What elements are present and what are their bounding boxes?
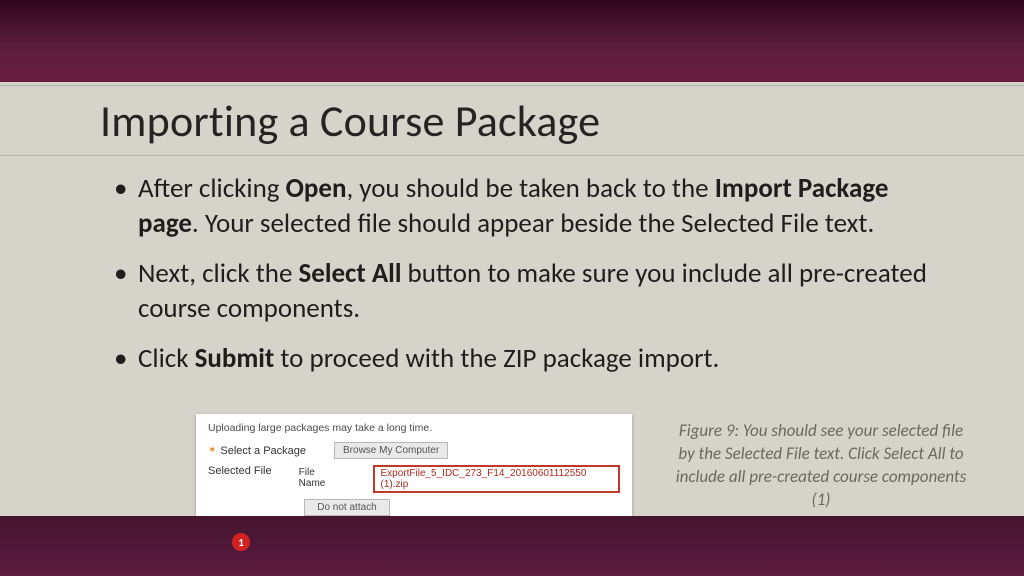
text: to proceed with the ZIP package import. <box>274 342 719 375</box>
selected-filename: ExportFile_5_IDC_273_F14_20160601112550 … <box>373 465 620 493</box>
bullet-item: Next, click the Select All button to mak… <box>120 257 954 326</box>
required-star-icon: ✶ <box>208 445 216 456</box>
figure-caption: Figure 9: You should see your selected f… <box>670 420 972 512</box>
text: , you should be taken back to the <box>346 172 714 205</box>
select-package-label: Select a Package <box>220 445 306 457</box>
text: Next, click the <box>138 257 298 290</box>
emphasis: Submit <box>195 342 275 375</box>
select-package-row: ✶ Select a Package Browse My Computer <box>208 442 620 459</box>
bullet-item: After clicking Open, you should be taken… <box>120 172 954 241</box>
emphasis: Open <box>286 172 347 205</box>
browse-computer-button[interactable]: Browse My Computer <box>334 442 448 459</box>
text: After clicking <box>138 172 286 205</box>
filename-label: File Name <box>299 467 344 489</box>
divider <box>0 85 1024 86</box>
bullet-item: Click Submit to proceed with the ZIP pac… <box>120 342 954 377</box>
divider <box>0 155 1024 156</box>
emphasis: Select All <box>298 257 401 290</box>
text: . Your selected file should appear besid… <box>192 207 874 240</box>
bullet-list: After clicking Open, you should be taken… <box>120 172 954 393</box>
text: Click <box>138 342 195 375</box>
selected-file-row: Selected File File Name ExportFile_5_IDC… <box>208 465 620 493</box>
do-not-attach-button[interactable]: Do not attach <box>304 499 390 516</box>
page-title: Importing a Course Package <box>100 94 600 148</box>
selected-file-label: Selected File <box>208 465 299 477</box>
callout-badge: 1 <box>232 533 250 551</box>
top-banner <box>0 0 1024 82</box>
slide: Importing a Course Package After clickin… <box>0 0 1024 576</box>
upload-hint: Uploading large packages may take a long… <box>208 422 620 434</box>
bottom-banner <box>0 516 1024 576</box>
